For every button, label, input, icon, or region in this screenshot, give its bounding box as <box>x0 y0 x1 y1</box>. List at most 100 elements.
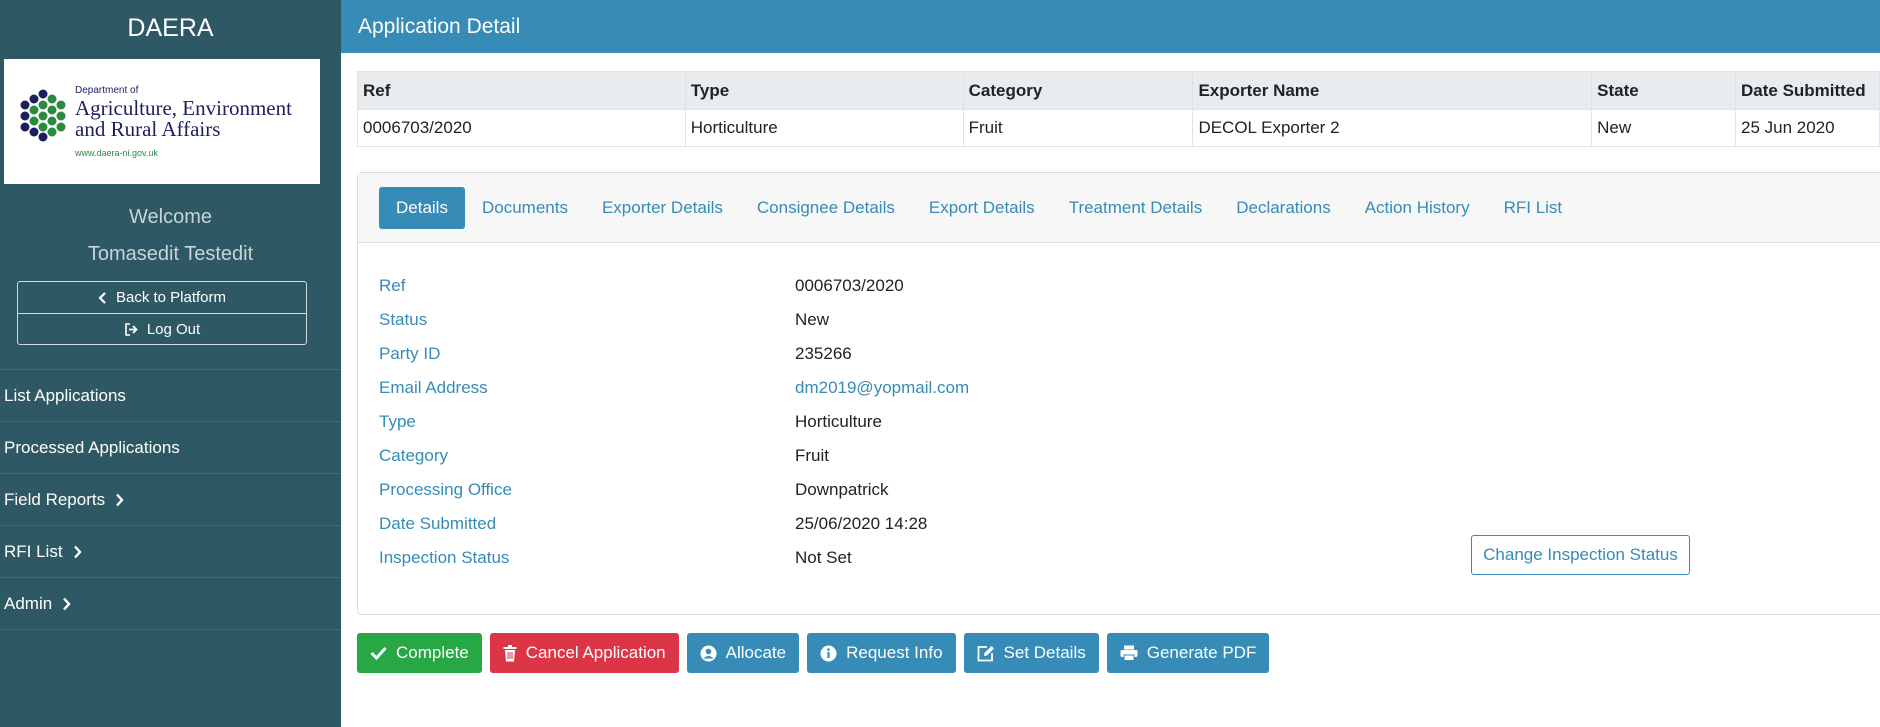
cell-ref: 0006703/2020 <box>357 109 686 147</box>
sidebar-item-label: List Applications <box>4 385 126 405</box>
table-header-row: Ref Type Category Exporter Name State Da… <box>357 71 1880 110</box>
table-row: 0006703/2020 Horticulture Fruit DECOL Ex… <box>357 109 1880 147</box>
application-summary-table: Ref Type Category Exporter Name State Da… <box>357 71 1880 147</box>
detail-label: Type <box>379 412 416 431</box>
detail-value: 25/06/2020 14:28 <box>795 514 928 533</box>
detail-value: New <box>795 310 830 329</box>
request-info-label: Request Info <box>846 643 943 662</box>
tab-treatment-details[interactable]: Treatment Details <box>1052 187 1220 229</box>
sidebar-item-field-reports[interactable]: Field Reports <box>0 474 341 526</box>
back-to-platform-label: Back to Platform <box>115 289 227 306</box>
column-header-category: Category <box>962 71 1194 110</box>
detail-row-party-id: Party ID 235266 <box>358 337 1880 371</box>
detail-label: Email Address <box>379 378 488 397</box>
sidebar-item-list-applications[interactable]: List Applications <box>0 370 341 422</box>
complete-label: Complete <box>396 643 469 662</box>
cell-exporter-name: DECOL Exporter 2 <box>1192 109 1593 147</box>
cell-date-submitted: 25 Jun 2020 <box>1735 109 1880 147</box>
print-icon <box>1120 645 1138 661</box>
chevron-left-icon <box>98 291 108 304</box>
logo-name-line1: Agriculture, Environment <box>75 96 292 120</box>
tab-export-details[interactable]: Export Details <box>912 187 1052 229</box>
sidebar-item-rfi-list[interactable]: RFI List <box>0 526 341 578</box>
allocate-label: Allocate <box>725 643 787 662</box>
detail-row-email: Email Address dm2019@yopmail.com <box>358 371 1880 405</box>
tab-rfi-list[interactable]: RFI List <box>1487 187 1580 229</box>
detail-label: Party ID <box>379 344 441 363</box>
tab-action-history[interactable]: Action History <box>1348 187 1487 229</box>
info-circle-icon <box>820 645 837 662</box>
column-header-exporter-name: Exporter Name <box>1192 71 1593 110</box>
generate-pdf-label: Generate PDF <box>1146 643 1257 662</box>
sidebar-item-label: Admin <box>4 593 53 613</box>
tab-documents[interactable]: Documents <box>465 187 585 229</box>
daera-logo: Department of Agriculture, Environment a… <box>4 59 320 184</box>
allocate-button[interactable]: Allocate <box>686 633 800 673</box>
log-out-label: Log Out <box>146 320 201 338</box>
sidebar-item-label: RFI List <box>4 541 63 561</box>
tab-consignee-details[interactable]: Consignee Details <box>740 187 912 229</box>
tab-bar: Details Documents Exporter Details Consi… <box>358 173 1880 243</box>
detail-label: Inspection Status <box>379 548 510 567</box>
set-details-button[interactable]: Set Details <box>963 633 1099 673</box>
sidebar-item-processed-applications[interactable]: Processed Applications <box>0 422 341 474</box>
detail-row-ref: Ref 0006703/2020 <box>358 269 1880 303</box>
detail-label: Ref <box>379 276 406 295</box>
username: Tomasedit Testedit <box>87 243 254 265</box>
chevron-right-icon <box>115 493 124 507</box>
chevron-right-icon <box>62 597 71 611</box>
detail-row-status: Status New <box>358 303 1880 337</box>
sidebar-item-admin[interactable]: Admin <box>0 578 341 630</box>
detail-row-category: Category Fruit <box>358 439 1880 473</box>
edit-icon <box>977 645 995 662</box>
check-icon <box>370 646 387 660</box>
set-details-label: Set Details <box>1003 643 1086 662</box>
logo-name-line2: and Rural Affairs <box>75 117 221 141</box>
detail-row-type: Type Horticulture <box>358 405 1880 439</box>
cell-category: Fruit <box>962 109 1194 147</box>
cell-type: Horticulture <box>684 109 964 147</box>
logo-name: Agriculture, Environment and Rural Affai… <box>75 98 292 140</box>
log-out-button[interactable]: Log Out <box>18 313 306 344</box>
cell-state: New <box>1591 109 1736 147</box>
sign-out-icon <box>124 322 139 336</box>
cancel-application-label: Cancel Application <box>525 643 666 662</box>
chevron-right-icon <box>73 545 82 559</box>
app-title: DAERA <box>127 13 214 42</box>
details-list: Ref 0006703/2020 Status New Party ID 235… <box>358 243 1880 575</box>
trash-icon <box>503 644 517 662</box>
user-circle-icon <box>700 645 717 662</box>
action-bar: Complete Cancel Application Allocate Req… <box>357 633 1270 673</box>
hexagon-logo-icon <box>20 89 66 142</box>
back-to-platform-button[interactable]: Back to Platform <box>18 282 306 313</box>
request-info-button[interactable]: Request Info <box>807 633 956 673</box>
generate-pdf-button[interactable]: Generate PDF <box>1106 633 1270 673</box>
column-header-ref: Ref <box>357 71 686 110</box>
column-header-state: State <box>1591 71 1736 110</box>
sidebar-nav: List Applications Processed Applications… <box>0 369 341 630</box>
tab-declarations[interactable]: Declarations <box>1219 187 1348 229</box>
page-header: Application Detail <box>341 0 1880 53</box>
sidebar-button-group: Back to Platform Log Out <box>17 281 307 345</box>
page-title: Application Detail <box>358 14 521 38</box>
sidebar-item-label: Field Reports <box>4 489 106 509</box>
logo-url: www.daera-ni.gov.uk <box>75 148 158 158</box>
column-header-type: Type <box>684 71 964 110</box>
detail-value: Fruit <box>795 446 829 465</box>
tab-details[interactable]: Details <box>379 186 465 229</box>
cancel-application-button[interactable]: Cancel Application <box>489 633 679 673</box>
detail-value: 0006703/2020 <box>795 276 904 295</box>
detail-row-processing-office: Processing Office Downpatrick <box>358 473 1880 507</box>
tab-exporter-details[interactable]: Exporter Details <box>585 187 740 229</box>
detail-value: 235266 <box>795 344 852 363</box>
detail-label: Status <box>379 310 428 329</box>
column-header-date-submitted: Date Submitted <box>1735 71 1880 110</box>
complete-button[interactable]: Complete <box>357 633 482 673</box>
detail-value: Not Set <box>795 548 852 567</box>
sidebar: DAERA Department of Agriculture, Environ… <box>0 0 341 727</box>
detail-value: Horticulture <box>795 412 882 431</box>
change-inspection-status-button[interactable]: Change Inspection Status <box>1471 535 1690 575</box>
sidebar-item-label: Processed Applications <box>4 437 180 457</box>
logo-department-text: Department of <box>75 85 139 96</box>
email-link[interactable]: dm2019@yopmail.com <box>795 378 969 398</box>
